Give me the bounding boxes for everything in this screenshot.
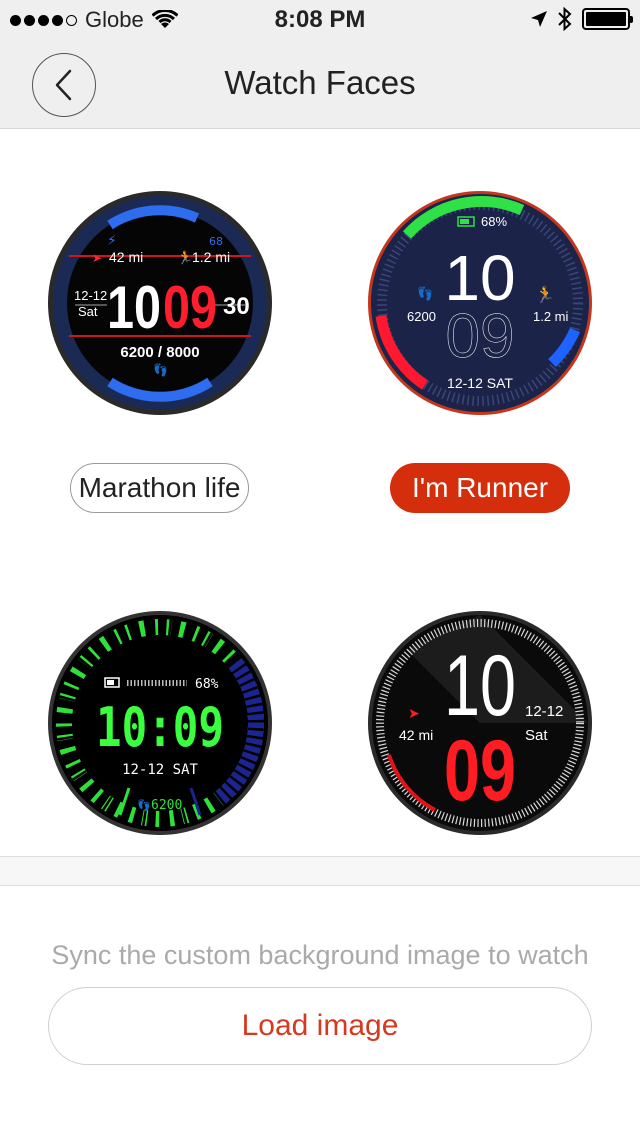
- face1-date: 12-12: [74, 288, 107, 303]
- face1-battery: 68: [209, 235, 223, 248]
- battery-icon: [582, 8, 633, 30]
- svg-text:👣: 👣: [153, 362, 168, 377]
- status-right: [530, 7, 633, 31]
- face1-pace: 1.2 mi: [192, 249, 230, 265]
- nav-bar: Watch Faces: [0, 40, 640, 129]
- face4-hour: 10: [444, 638, 516, 734]
- status-bar: Globe 8:08 PM: [0, 0, 640, 40]
- section-divider: [0, 856, 640, 886]
- page-title: Watch Faces: [224, 64, 416, 101]
- watch-face-im-runner[interactable]: 68% 10 09 👣 6200 🏃 1.2 mi 12-12 SAT: [367, 190, 593, 416]
- face1-day: Sat: [78, 304, 98, 319]
- face1-minute: 09: [163, 274, 217, 341]
- face2-minute: 09: [446, 302, 515, 371]
- face4-day: Sat: [525, 727, 548, 744]
- watch-face-classic-red[interactable]: 10 09 ➤ 42 mi 12-12 Sat: [367, 610, 593, 836]
- face2-date: 12-12 SAT: [447, 375, 513, 391]
- sync-description: Sync the custom background image to watc…: [51, 940, 589, 970]
- svg-text:⚡: ⚡: [107, 233, 117, 249]
- face3-time: 10:09: [96, 696, 224, 759]
- face3-date: 12-12 SAT: [122, 762, 198, 778]
- svg-text:➤: ➤: [408, 706, 420, 722]
- face1-second: 30: [223, 293, 250, 320]
- face4-minute: 09: [444, 723, 516, 819]
- face4-distance: 42 mi: [399, 727, 433, 743]
- svg-text:🏃: 🏃: [535, 285, 555, 304]
- watch-face-preview: 10 09 ➤ 42 mi 12-12 Sat: [368, 611, 592, 835]
- svg-text:🏃: 🏃: [177, 250, 193, 266]
- location-arrow-icon: [531, 11, 547, 27]
- watch-face-marathon-life[interactable]: ⚡ 68 ➤ 42 mi 🏃 1.2 mi 12-12 Sat 10 09 30…: [47, 190, 273, 416]
- face2-distance: 1.2 mi: [533, 309, 569, 324]
- face4-date: 12-12: [525, 703, 563, 720]
- face2-steps: 6200: [407, 309, 436, 324]
- im-runner-button[interactable]: I'm Runner: [390, 463, 570, 513]
- svg-text:➤: ➤: [92, 251, 102, 265]
- marathon-life-button[interactable]: Marathon life: [70, 463, 249, 513]
- watch-face-preview: 68% 10:09 12-12 SAT 👣 6200: [48, 611, 272, 835]
- face3-battery: 68%: [195, 677, 219, 692]
- svg-text:👣: 👣: [137, 798, 151, 812]
- load-image-button[interactable]: Load image: [48, 987, 592, 1065]
- watch-face-preview: ⚡ 68 ➤ 42 mi 🏃 1.2 mi 12-12 Sat 10 09 30…: [48, 191, 272, 415]
- face1-steps: 6200 / 8000: [120, 344, 199, 361]
- face2-battery: 68%: [481, 214, 507, 229]
- face3-steps: 6200: [151, 798, 182, 813]
- face1-hour: 10: [107, 274, 161, 341]
- face1-distance: 42 mi: [109, 249, 143, 265]
- svg-text:👣: 👣: [417, 285, 433, 302]
- watch-face-digital-green[interactable]: 68% 10:09 12-12 SAT 👣 6200: [47, 610, 273, 836]
- bluetooth-icon: [558, 7, 572, 31]
- watch-face-preview: 68% 10 09 👣 6200 🏃 1.2 mi 12-12 SAT: [368, 191, 592, 415]
